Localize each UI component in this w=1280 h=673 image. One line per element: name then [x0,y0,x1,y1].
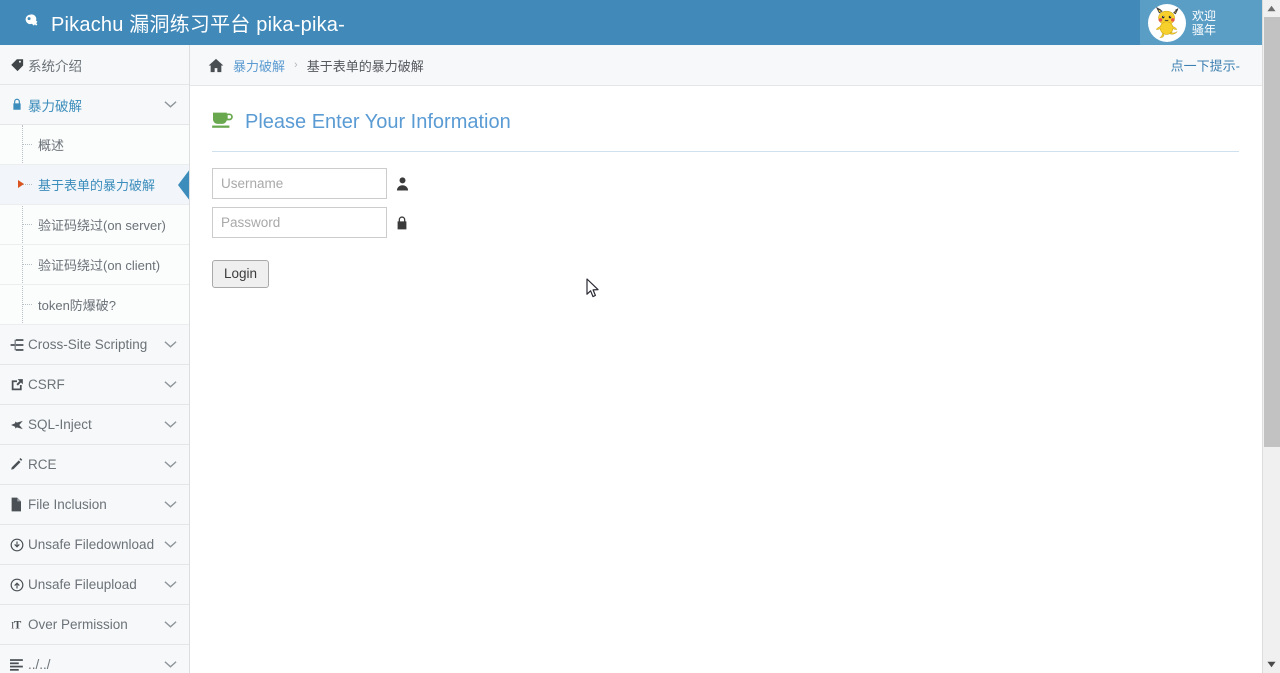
welcome-text: 欢迎 骚年 [1192,9,1216,37]
breadcrumb-link[interactable]: 暴力破解 [233,56,285,75]
sidebar-group-path-traversal[interactable]: ../../ [0,645,189,673]
chevron-down-icon [164,577,177,592]
sidebar-group-sql-inject-label: SQL-Inject [28,417,92,432]
app-header: Pikachu 漏洞练习平台 pika-pika- 欢迎 骚年 [0,0,1262,45]
sidebar-group-xss[interactable]: Cross-Site Scripting [0,325,189,365]
sidebar-subitem-overview-label: 概述 [38,138,65,153]
breadcrumb: 暴力破解 › 基于表单的暴力破解 点一下提示- [190,45,1262,86]
upload-circle-icon [10,578,28,592]
sidebar-subitem-token-label: token防爆破? [38,298,117,313]
panel-title-text: Please Enter Your Information [245,111,511,133]
sidebar-item-intro-label: 系统介绍 [28,58,82,74]
download-circle-icon [10,538,28,552]
sidebar-group-over-permission[interactable]: I T Over Permission [0,605,189,645]
chevron-down-icon [164,497,177,512]
app-window: Pikachu 漏洞练习平台 pika-pika- 欢迎 骚年 系统介绍 暴力破… [0,0,1280,673]
sidebar-group-unsafe-fileupload-label: Unsafe Fileupload [28,577,137,592]
sidebar-group-csrf-label: CSRF [28,377,65,392]
sidebar-group-file-inclusion[interactable]: File Inclusion [0,485,189,525]
sidebar-group-over-permission-label: Over Permission [28,617,128,632]
sidebar-subitem-captcha-server-label: 验证码绕过(on server) [38,218,166,233]
sidebar-group-brute-force-label: 暴力破解 [28,98,82,114]
current-bullet-icon [18,180,24,188]
sidebar-subitem-form-brute-force-label: 基于表单的暴力破解 [38,178,156,193]
lock-icon [396,215,408,230]
welcome-line1: 欢迎 [1192,8,1217,23]
plane-icon [10,418,28,432]
sidebar-group-rce-label: RCE [28,457,57,472]
coffee-cup-icon [212,110,233,135]
user-icon [396,176,409,191]
user-box[interactable]: 欢迎 骚年 [1140,0,1262,45]
brand-title: Pikachu 漏洞练习平台 pika-pika- [51,14,345,36]
sidebar-subitem-form-brute-force[interactable]: 基于表单的暴力破解 [0,165,189,205]
breadcrumb-current: 基于表单的暴力破解 [306,58,424,74]
chevron-down-icon [164,657,177,672]
content-area: 暴力破解 › 基于表单的暴力破解 点一下提示- Please Enter You… [190,45,1262,673]
align-left-icon [10,658,28,671]
chevron-down-icon [164,457,177,472]
sidebar-group-sql-inject[interactable]: SQL-Inject [0,405,189,445]
svg-text:T: T [14,619,22,631]
sidebar[interactable]: 系统介绍 暴力破解 概述 基于表单的暴力破解 验证码绕过(on server) … [0,45,190,673]
scroll-down-arrow-icon[interactable] [1263,656,1280,673]
chevron-down-icon [164,617,177,632]
lock-icon [10,97,28,112]
sidebar-group-unsafe-filedownload-label: Unsafe Filedownload [28,537,155,552]
active-pointer-icon [178,169,189,201]
sidebar-subitem-token[interactable]: token防爆破? [0,285,189,325]
chevron-down-icon [164,417,177,432]
panel-title: Please Enter Your Information [212,110,1236,135]
sidebar-group-unsafe-filedownload[interactable]: Unsafe Filedownload [0,525,189,565]
password-row [212,207,1236,238]
sidebar-sublist-brute-force: 概述 基于表单的暴力破解 验证码绕过(on server) 验证码绕过(on c… [0,125,189,325]
chevron-down-icon [164,97,177,112]
sidebar-group-path-traversal-label: ../../ [28,657,51,672]
login-button[interactable]: Login [212,260,270,288]
sidebar-group-csrf[interactable]: CSRF [0,365,189,405]
username-row [212,168,1236,199]
sitemap-icon [10,338,28,352]
file-icon [10,497,28,512]
sidebar-subitem-overview[interactable]: 概述 [0,125,189,165]
external-link-icon [10,378,28,392]
chevron-down-icon [164,337,177,352]
breadcrumb-separator: › [294,59,298,71]
key-icon [24,13,43,32]
sidebar-group-unsafe-fileupload[interactable]: Unsafe Fileupload [0,565,189,605]
sidebar-group-brute-force[interactable]: 暴力破解 [0,85,189,125]
pencil-icon [10,457,28,472]
sidebar-group-file-inclusion-label: File Inclusion [28,497,107,512]
hint-link[interactable]: 点一下提示- [1171,56,1240,75]
brand[interactable]: Pikachu 漏洞练习平台 pika-pika- [0,8,345,37]
tag-icon [10,57,28,72]
login-form: Login [212,152,1236,288]
welcome-line2: 骚年 [1192,22,1217,37]
chevron-down-icon [164,537,177,552]
login-panel: Please Enter Your Information Username L… [190,86,1262,288]
scrollbar-thumb[interactable] [1264,17,1280,447]
sidebar-group-rce[interactable]: RCE [0,445,189,485]
sidebar-group-xss-label: Cross-Site Scripting [28,337,148,352]
scroll-up-arrow-icon[interactable] [1263,0,1280,17]
sidebar-subitem-captcha-server[interactable]: 验证码绕过(on server) [0,205,189,245]
home-icon[interactable] [208,58,224,73]
sidebar-item-intro[interactable]: 系统介绍 [0,45,189,85]
password-input[interactable] [212,207,387,238]
username-input[interactable] [212,168,387,199]
text-height-icon: I T [10,618,28,632]
vertical-scrollbar[interactable] [1262,0,1280,673]
pikachu-avatar [1148,3,1186,42]
sidebar-subitem-captcha-client-label: 验证码绕过(on client) [38,258,161,273]
chevron-down-icon [164,377,177,392]
sidebar-subitem-captcha-client[interactable]: 验证码绕过(on client) [0,245,189,285]
